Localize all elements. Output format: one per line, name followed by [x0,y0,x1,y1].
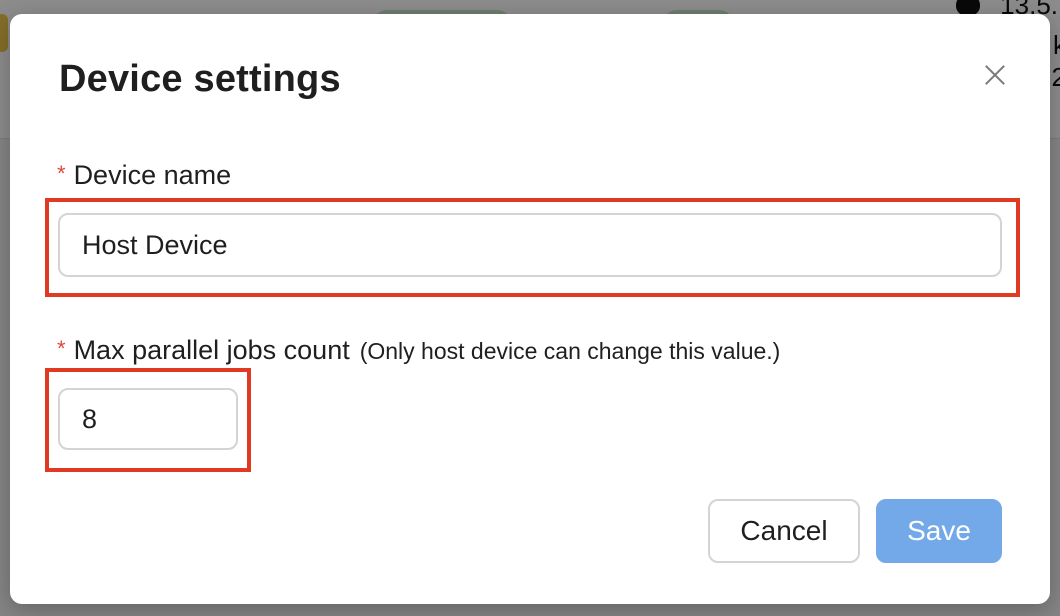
dialog-title: Device settings [59,58,341,100]
device-name-input[interactable] [58,213,1002,277]
max-jobs-input[interactable] [58,388,238,450]
required-mark: * [57,161,66,186]
cancel-button[interactable]: Cancel [708,499,860,563]
save-button[interactable]: Save [876,499,1002,563]
device-name-label-text: Device name [73,160,232,190]
device-settings-dialog: Device settings * Device name * Max parall… [10,14,1050,604]
close-icon[interactable] [974,56,1014,96]
max-jobs-label: * Max parallel jobs count (Only host devic… [57,335,780,366]
device-name-label: * Device name [57,160,231,191]
required-mark: * [57,336,66,361]
max-jobs-hint: (Only host device can change this value.… [359,338,781,364]
max-jobs-label-text: Max parallel jobs count [73,335,350,365]
